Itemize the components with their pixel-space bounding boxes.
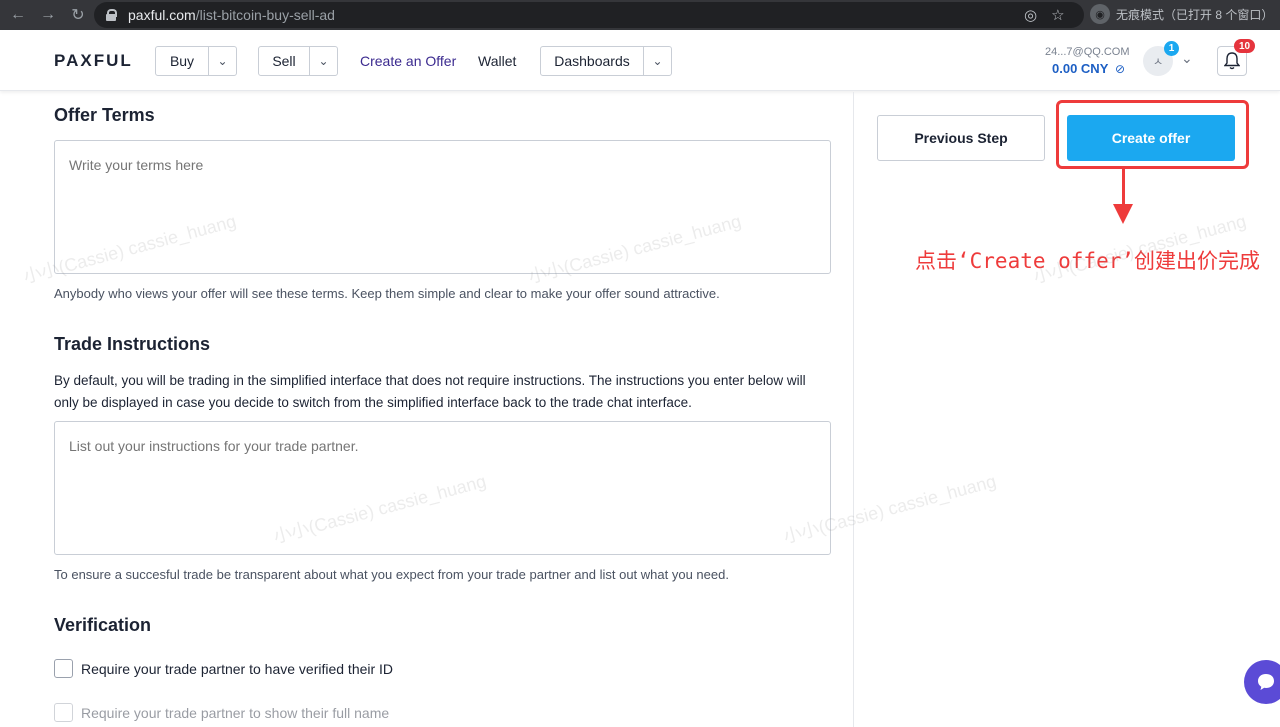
annotation-arrow-shaft	[1122, 168, 1125, 206]
incognito-icon: ◉	[1090, 4, 1110, 24]
panel-divider	[853, 92, 854, 727]
star-icon[interactable]: ☆	[1051, 6, 1064, 24]
offer-terms-title: Offer Terms	[54, 105, 155, 125]
forward-icon[interactable]: →	[36, 3, 60, 27]
annotation-arrow-head	[1113, 204, 1133, 224]
back-icon[interactable]: ←	[6, 3, 30, 27]
notifications-badge: 10	[1234, 39, 1255, 53]
url-host: paxful.com	[128, 7, 196, 23]
reload-icon[interactable]: ↻	[66, 3, 90, 27]
sell-label: Sell	[272, 53, 296, 69]
hide-balance-icon[interactable]: ⊘	[1115, 62, 1125, 76]
chevron-down-icon: ⌄	[643, 47, 671, 75]
wallet-link[interactable]: Wallet	[478, 53, 516, 69]
trade-instructions-title: Trade Instructions	[54, 334, 211, 354]
full-name-option[interactable]: Require your trade partner to show their…	[54, 703, 389, 722]
eye-slash-icon[interactable]: ◎	[1024, 6, 1037, 24]
bell-icon	[1224, 52, 1240, 70]
account-chevron-down-icon[interactable]: ⌄	[1181, 50, 1193, 67]
lock-icon	[106, 9, 117, 21]
account-email: 24...7@QQ.COM	[1045, 46, 1130, 58]
verify-id-label: Require your trade partner to have verif…	[81, 660, 394, 677]
full-name-checkbox[interactable]	[54, 703, 73, 722]
create-offer-link[interactable]: Create an Offer	[360, 53, 456, 69]
paxful-logo[interactable]: PAXFUL	[54, 51, 133, 71]
full-name-label: Require your trade partner to show their…	[81, 704, 390, 721]
previous-step-button[interactable]: Previous Step	[877, 115, 1045, 161]
chat-icon	[1258, 674, 1274, 690]
annotation-highlight-box	[1056, 100, 1249, 169]
buy-dropdown[interactable]: Buy ⌄	[155, 46, 237, 76]
address-bar[interactable]: paxful.com/list-bitcoin-buy-sell-ad	[94, 2, 1084, 28]
dashboards-dropdown[interactable]: Dashboards ⌄	[540, 46, 672, 76]
browser-toolbar: ← → ↻ paxful.com/list-bitcoin-buy-sell-a…	[0, 0, 1280, 30]
chevron-down-icon: ⌄	[208, 47, 236, 75]
site-header: PAXFUL Buy ⌄ Sell ⌄ Create an Offer Wall…	[0, 30, 1280, 91]
account-balance: 0.00 CNY	[1052, 61, 1109, 76]
offer-terms-input[interactable]	[54, 140, 831, 274]
verify-id-checkbox[interactable]	[54, 659, 73, 678]
sell-dropdown[interactable]: Sell ⌄	[258, 46, 338, 76]
chevron-down-icon: ⌄	[309, 47, 337, 75]
support-chat-button[interactable]	[1244, 660, 1280, 704]
verification-title: Verification	[54, 615, 152, 635]
user-icon: ㅅ	[1152, 56, 1164, 68]
dashboards-label: Dashboards	[554, 53, 630, 69]
offer-terms-help: Anybody who views your offer will see th…	[54, 286, 720, 301]
buy-label: Buy	[169, 53, 195, 69]
verify-id-option[interactable]: Require your trade partner to have verif…	[54, 659, 393, 678]
incognito-indicator[interactable]: ◉ 无痕模式（已打开 8 个窗口）	[1090, 4, 1273, 24]
avatar-badge: 1	[1164, 41, 1179, 56]
trade-instructions-description: By default, you will be trading in the s…	[54, 373, 806, 410]
trade-instructions-help: To ensure a succesful trade be transpare…	[54, 567, 729, 582]
url-path: /list-bitcoin-buy-sell-ad	[195, 7, 335, 23]
incognito-label: 无痕模式（已打开 8 个窗口）	[1116, 7, 1274, 22]
